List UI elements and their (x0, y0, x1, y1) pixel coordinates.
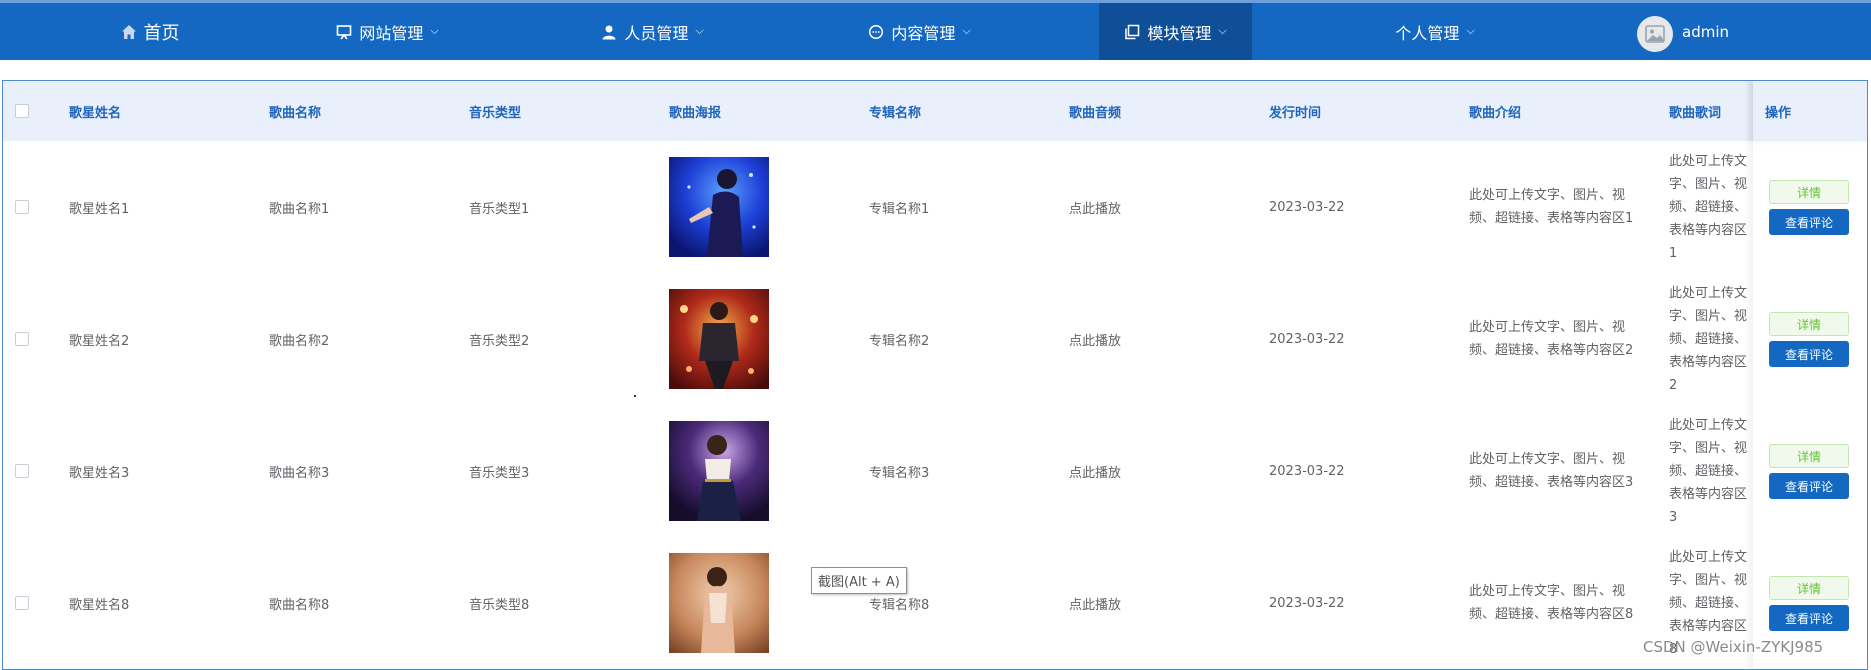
row-checkbox[interactable] (15, 332, 29, 346)
select-all-checkbox[interactable] (15, 104, 29, 118)
nav-content-management-label: 内容管理 (891, 23, 956, 43)
nav-home[interactable]: 首页 (100, 3, 200, 60)
table-row: 歌星姓名1 歌曲名称1 音乐类型1 专辑名称1 点此播放 2023-03-22 … (3, 141, 1867, 274)
column-header-intro[interactable]: 歌曲介绍 (1469, 81, 1521, 141)
cell-poster[interactable] (669, 537, 769, 669)
chat-icon (869, 24, 884, 39)
cell-album: 专辑名称8 (869, 597, 930, 613)
chevron-down-icon: ⌵ (430, 23, 439, 37)
chevron-down-icon: ⌵ (1466, 23, 1475, 37)
cell-lyrics: 此处可上传文字、图片、视频、超链接、表格等内容区1 (1669, 153, 1748, 261)
cell-poster[interactable] (669, 405, 769, 537)
table-row: 歌星姓名2 歌曲名称2 音乐类型2 专辑名称2 点此播放 2023-03-22 … (3, 273, 1867, 406)
cell-lyrics: 此处可上传文字、图片、视频、超链接、表格等内容区2 (1669, 285, 1748, 393)
copy-icon (1125, 24, 1140, 39)
cell-audio-play[interactable]: 点此播放 (1069, 141, 1121, 273)
cell-release-date: 2023-03-22 (1269, 199, 1345, 215)
cell-audio-play[interactable]: 点此播放 (1069, 537, 1121, 669)
detail-button[interactable]: 详情 (1769, 312, 1849, 336)
view-comments-button[interactable]: 查看评论 (1769, 473, 1849, 499)
song-poster-image[interactable] (669, 289, 769, 389)
column-header-music-type[interactable]: 音乐类型 (469, 81, 521, 141)
cell-album: 专辑名称3 (869, 465, 930, 481)
song-table: 歌星姓名 歌曲名称 音乐类型 歌曲海报 专辑名称 歌曲音频 发行时间 歌曲介绍 … (2, 80, 1868, 670)
cell-music-type: 音乐类型1 (469, 201, 530, 217)
nav-home-label: 首页 (143, 22, 180, 44)
nav-content-management[interactable]: 内容管理 ⌵ (852, 3, 987, 60)
column-header-singer[interactable]: 歌星姓名 (69, 81, 121, 141)
cell-release-date: 2023-03-22 (1269, 595, 1345, 611)
avatar[interactable] (1637, 16, 1673, 52)
watermark: CSDN @Weixin-ZYKJ985 (1643, 638, 1824, 656)
stray-dot (634, 395, 636, 397)
song-poster-image[interactable] (669, 157, 769, 257)
column-header-lyrics[interactable]: 歌曲歌词 (1669, 81, 1721, 141)
top-nav-bar: 首页 网站管理 ⌵ 人员管理 ⌵ 内容管理 ⌵ 模块管理 ⌵ 个人管理 ⌵ ad… (0, 0, 1871, 60)
chevron-down-icon: ⌵ (695, 23, 704, 37)
cell-poster[interactable] (669, 273, 769, 405)
nav-module-management[interactable]: 模块管理 ⌵ (1099, 3, 1252, 60)
table-row: 歌星姓名3 歌曲名称3 音乐类型3 专辑名称3 点此播放 2023-03-22 … (3, 405, 1867, 538)
column-header-song[interactable]: 歌曲名称 (269, 81, 321, 141)
cell-intro: 此处可上传文字、图片、视频、超链接、表格等内容区3 (1469, 452, 1634, 490)
cell-release-date: 2023-03-22 (1269, 463, 1345, 479)
user-icon (602, 25, 616, 39)
view-comments-button[interactable]: 查看评论 (1769, 209, 1849, 235)
song-poster-image[interactable] (669, 421, 769, 521)
cell-audio-play[interactable]: 点此播放 (1069, 405, 1121, 537)
nav-personal-management[interactable]: 个人管理 ⌵ (1370, 3, 1500, 60)
cell-singer: 歌星姓名3 (69, 465, 130, 481)
cell-release-date: 2023-03-22 (1269, 331, 1345, 347)
cell-intro: 此处可上传文字、图片、视频、超链接、表格等内容区2 (1469, 320, 1634, 358)
cell-singer: 歌星姓名1 (69, 201, 130, 217)
column-header-release-date[interactable]: 发行时间 (1269, 81, 1321, 141)
detail-button[interactable]: 详情 (1769, 576, 1849, 600)
cell-lyrics: 此处可上传文字、图片、视频、超链接、表格等内容区3 (1669, 417, 1748, 525)
cell-singer: 歌星姓名8 (69, 597, 130, 613)
cell-song: 歌曲名称8 (269, 597, 330, 613)
detail-button[interactable]: 详情 (1769, 444, 1849, 468)
username[interactable]: admin (1682, 23, 1729, 41)
cell-intro: 此处可上传文字、图片、视频、超链接、表格等内容区1 (1469, 188, 1634, 226)
screenshot-tooltip: 截图(Alt + A) (811, 567, 907, 594)
view-comments-button[interactable]: 查看评论 (1769, 341, 1849, 367)
cell-album: 专辑名称1 (869, 201, 930, 217)
table-row: 歌星姓名8 歌曲名称8 音乐类型8 专辑名称8 点此播放 2023-03-22 … (3, 537, 1867, 669)
view-comments-button[interactable]: 查看评论 (1769, 605, 1849, 631)
cell-poster[interactable] (669, 141, 769, 273)
column-header-actions: 操作 (1753, 81, 1867, 141)
image-icon (1645, 25, 1665, 43)
chevron-down-icon: ⌵ (962, 23, 971, 37)
column-header-album[interactable]: 专辑名称 (869, 81, 921, 141)
nav-personal-management-label: 个人管理 (1395, 23, 1460, 43)
detail-button[interactable]: 详情 (1769, 180, 1849, 204)
cell-intro: 此处可上传文字、图片、视频、超链接、表格等内容区8 (1469, 584, 1634, 622)
row-checkbox[interactable] (15, 464, 29, 478)
chevron-down-icon: ⌵ (1218, 23, 1227, 37)
table-header: 歌星姓名 歌曲名称 音乐类型 歌曲海报 专辑名称 歌曲音频 发行时间 歌曲介绍 … (3, 81, 1867, 141)
cell-album: 专辑名称2 (869, 333, 930, 349)
column-header-audio[interactable]: 歌曲音频 (1069, 81, 1121, 141)
cell-singer: 歌星姓名2 (69, 333, 130, 349)
cell-song: 歌曲名称2 (269, 333, 330, 349)
nav-site-management-label: 网站管理 (359, 23, 424, 43)
nav-user-management-label: 人员管理 (624, 23, 689, 43)
cell-music-type: 音乐类型2 (469, 333, 530, 349)
nav-module-management-label: 模块管理 (1147, 23, 1212, 43)
nav-user-management[interactable]: 人员管理 ⌵ (585, 3, 720, 60)
column-header-poster[interactable]: 歌曲海报 (669, 81, 721, 141)
cell-music-type: 音乐类型3 (469, 465, 530, 481)
row-checkbox[interactable] (15, 596, 29, 610)
cell-music-type: 音乐类型8 (469, 597, 530, 613)
home-icon (121, 24, 136, 39)
nav-site-management[interactable]: 网站管理 ⌵ (320, 3, 455, 60)
row-checkbox[interactable] (15, 200, 29, 214)
cell-audio-play[interactable]: 点此播放 (1069, 273, 1121, 405)
monitor-icon (337, 24, 352, 39)
cell-song: 歌曲名称1 (269, 201, 330, 217)
song-poster-image[interactable] (669, 553, 769, 653)
cell-song: 歌曲名称3 (269, 465, 330, 481)
